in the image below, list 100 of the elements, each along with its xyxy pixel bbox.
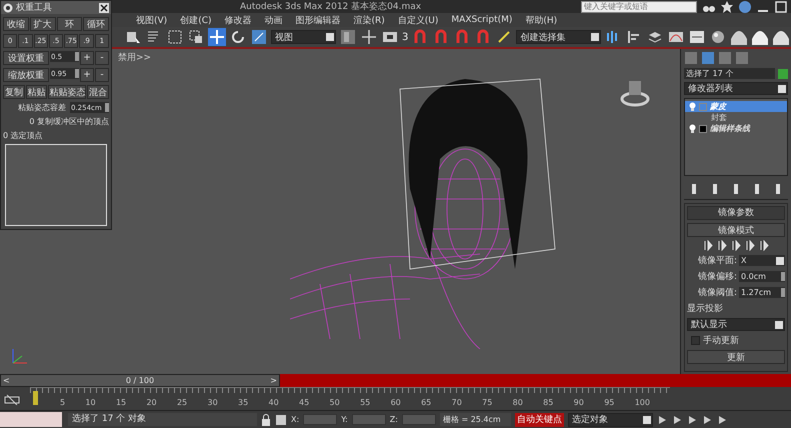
object-color-swatch[interactable] (778, 68, 788, 78)
auto-key-button[interactable]: 自动关键点 (514, 412, 564, 426)
select-manipulate-button[interactable] (360, 28, 378, 46)
modifier-stack-item[interactable]: 封套 (685, 112, 787, 123)
rectangle-region-icon (167, 29, 183, 45)
vertex-list[interactable] (5, 144, 107, 226)
tolerance-label: 粘贴姿态容差 (17, 102, 67, 113)
key-filter-dropdown[interactable]: 选定对象 (568, 412, 653, 426)
tick-label: 90 (574, 398, 584, 407)
tool-button[interactable]: 环 (56, 17, 82, 31)
spinner-snap-icon (475, 29, 492, 45)
modifier-stack-item[interactable]: 蒙皮 (685, 101, 787, 112)
time-marker[interactable] (33, 391, 38, 405)
clipboard-button[interactable]: 复制 (3, 85, 25, 99)
tick-label: 85 (543, 398, 554, 407)
weight-button[interactable]: 设置权重 (3, 51, 49, 65)
help-icon[interactable] (739, 0, 751, 12)
window-title: Autodesk 3ds Max 2012 基本姿态04.max (240, 0, 422, 13)
tick-label: 55 (360, 398, 370, 407)
search-field[interactable]: 键入关键字或短语 (581, 0, 697, 12)
spinner-field[interactable]: 1.27cm (739, 287, 785, 298)
lightbulb-icon[interactable] (689, 124, 696, 133)
edit-selection-set-icon (496, 29, 512, 45)
tick-label: 60 (390, 398, 401, 407)
increase-button[interactable]: + (80, 51, 94, 65)
menu-item[interactable]: 帮助(H) (525, 14, 558, 26)
field-label: 镜像偏移: (698, 270, 737, 283)
rectangle-region-button[interactable] (166, 28, 184, 46)
tick-label: 40 (268, 398, 279, 407)
clipboard-button[interactable]: 混合 (87, 85, 110, 99)
modifier-list-dropdown[interactable]: 修改器列表 (684, 82, 788, 95)
coordinate-field[interactable] (402, 414, 436, 425)
rotate-icon (230, 29, 246, 45)
tick-label: 95 (604, 398, 614, 407)
update-button[interactable]: 更新 (687, 350, 785, 364)
lock-icon[interactable] (261, 414, 271, 426)
increase-button[interactable]: + (80, 68, 94, 82)
tick-label: 65 (421, 398, 432, 407)
modifier-stack-item[interactable]: 编辑样条线 (685, 123, 787, 134)
object-name-field[interactable]: 选择了 17 个 (684, 68, 775, 79)
decrease-button[interactable]: - (95, 51, 109, 65)
star-icon[interactable] (721, 0, 733, 12)
tick-label: 15 (116, 398, 126, 407)
tick-label: 20 (146, 398, 157, 407)
mirror-plane-dropdown[interactable]: X (739, 255, 785, 266)
coordinate-field[interactable] (352, 414, 386, 425)
window-crossing-button[interactable] (187, 28, 205, 46)
menu-item[interactable]: 视图(V) (136, 14, 168, 26)
coordinate-label: Y: (341, 415, 348, 424)
buffer-info: 0 复制缓冲区中的顶点 (28, 116, 110, 127)
time-slider[interactable]: < 0 / 100 > (0, 374, 791, 387)
modify-tab[interactable] (701, 51, 715, 65)
time-slider-thumb[interactable]: < 0 / 100 > (0, 374, 280, 387)
manual-update-checkbox[interactable]: 手动更新 (687, 334, 785, 347)
display-dropdown[interactable]: 默认显示 (687, 318, 785, 331)
tick-label: 100 (634, 398, 650, 407)
graph-editor-icon (668, 29, 684, 45)
weight-button[interactable]: 缩放权重 (3, 68, 49, 82)
curve-editor-icon[interactable] (4, 392, 20, 404)
scale-icon (251, 29, 267, 45)
tick-label: 25 (176, 398, 188, 407)
window-crossing-icon (188, 29, 204, 45)
menu-item[interactable]: 图形编辑器 (296, 14, 340, 26)
selection-info: 0 选定顶点 (2, 130, 44, 141)
move-button[interactable] (208, 28, 226, 46)
lightbulb-icon[interactable] (689, 102, 696, 111)
angle-snap-icon (433, 29, 450, 45)
maximize-icon[interactable] (775, 0, 787, 12)
rollout-title[interactable]: 镜像参数 (687, 206, 785, 220)
close-icon[interactable] (99, 2, 109, 12)
rotate-button[interactable] (229, 28, 247, 46)
view-dropdown[interactable]: 视图 (271, 30, 336, 44)
selection-set-dropdown[interactable]: 创建选择集 (516, 30, 602, 44)
menu-item[interactable]: MAXScript(M) (451, 15, 512, 25)
coordinate-field[interactable] (303, 414, 338, 425)
tool-button[interactable]: 收缩 (3, 17, 29, 31)
clipboard-button[interactable]: 粘贴 (26, 85, 48, 99)
menu-item[interactable]: 自定义(U) (398, 14, 438, 26)
mirror-mode-button[interactable]: 镜像模式 (687, 223, 785, 237)
tick-label: 10 (85, 398, 96, 407)
decrease-button[interactable]: - (95, 68, 109, 82)
menu-item[interactable]: 创建(C) (180, 14, 212, 26)
move-icon (209, 29, 225, 45)
menu-item[interactable]: 渲染(R) (354, 14, 385, 26)
menu-item[interactable]: 修改器 (224, 14, 252, 26)
clipboard-button[interactable]: 粘贴姿态 (48, 85, 86, 99)
snap-label: 3 (402, 32, 408, 42)
tick-label: 75 (482, 398, 492, 407)
scale-button[interactable] (250, 28, 268, 46)
tool-button[interactable]: 循环 (83, 17, 109, 31)
play-icon[interactable] (686, 414, 698, 424)
spinner-field[interactable]: 0.0cm (739, 271, 785, 282)
viewport-label[interactable]: 禁用>> (118, 51, 152, 64)
tick-label: 45 (299, 398, 310, 407)
field-label: 镜像平面: (698, 254, 737, 267)
tool-button[interactable]: 扩大 (30, 17, 56, 31)
tick-label: 80 (512, 398, 523, 407)
menu-item[interactable]: 动画 (264, 14, 282, 26)
app-icon (3, 2, 13, 12)
axis-tripod-icon (10, 346, 30, 366)
